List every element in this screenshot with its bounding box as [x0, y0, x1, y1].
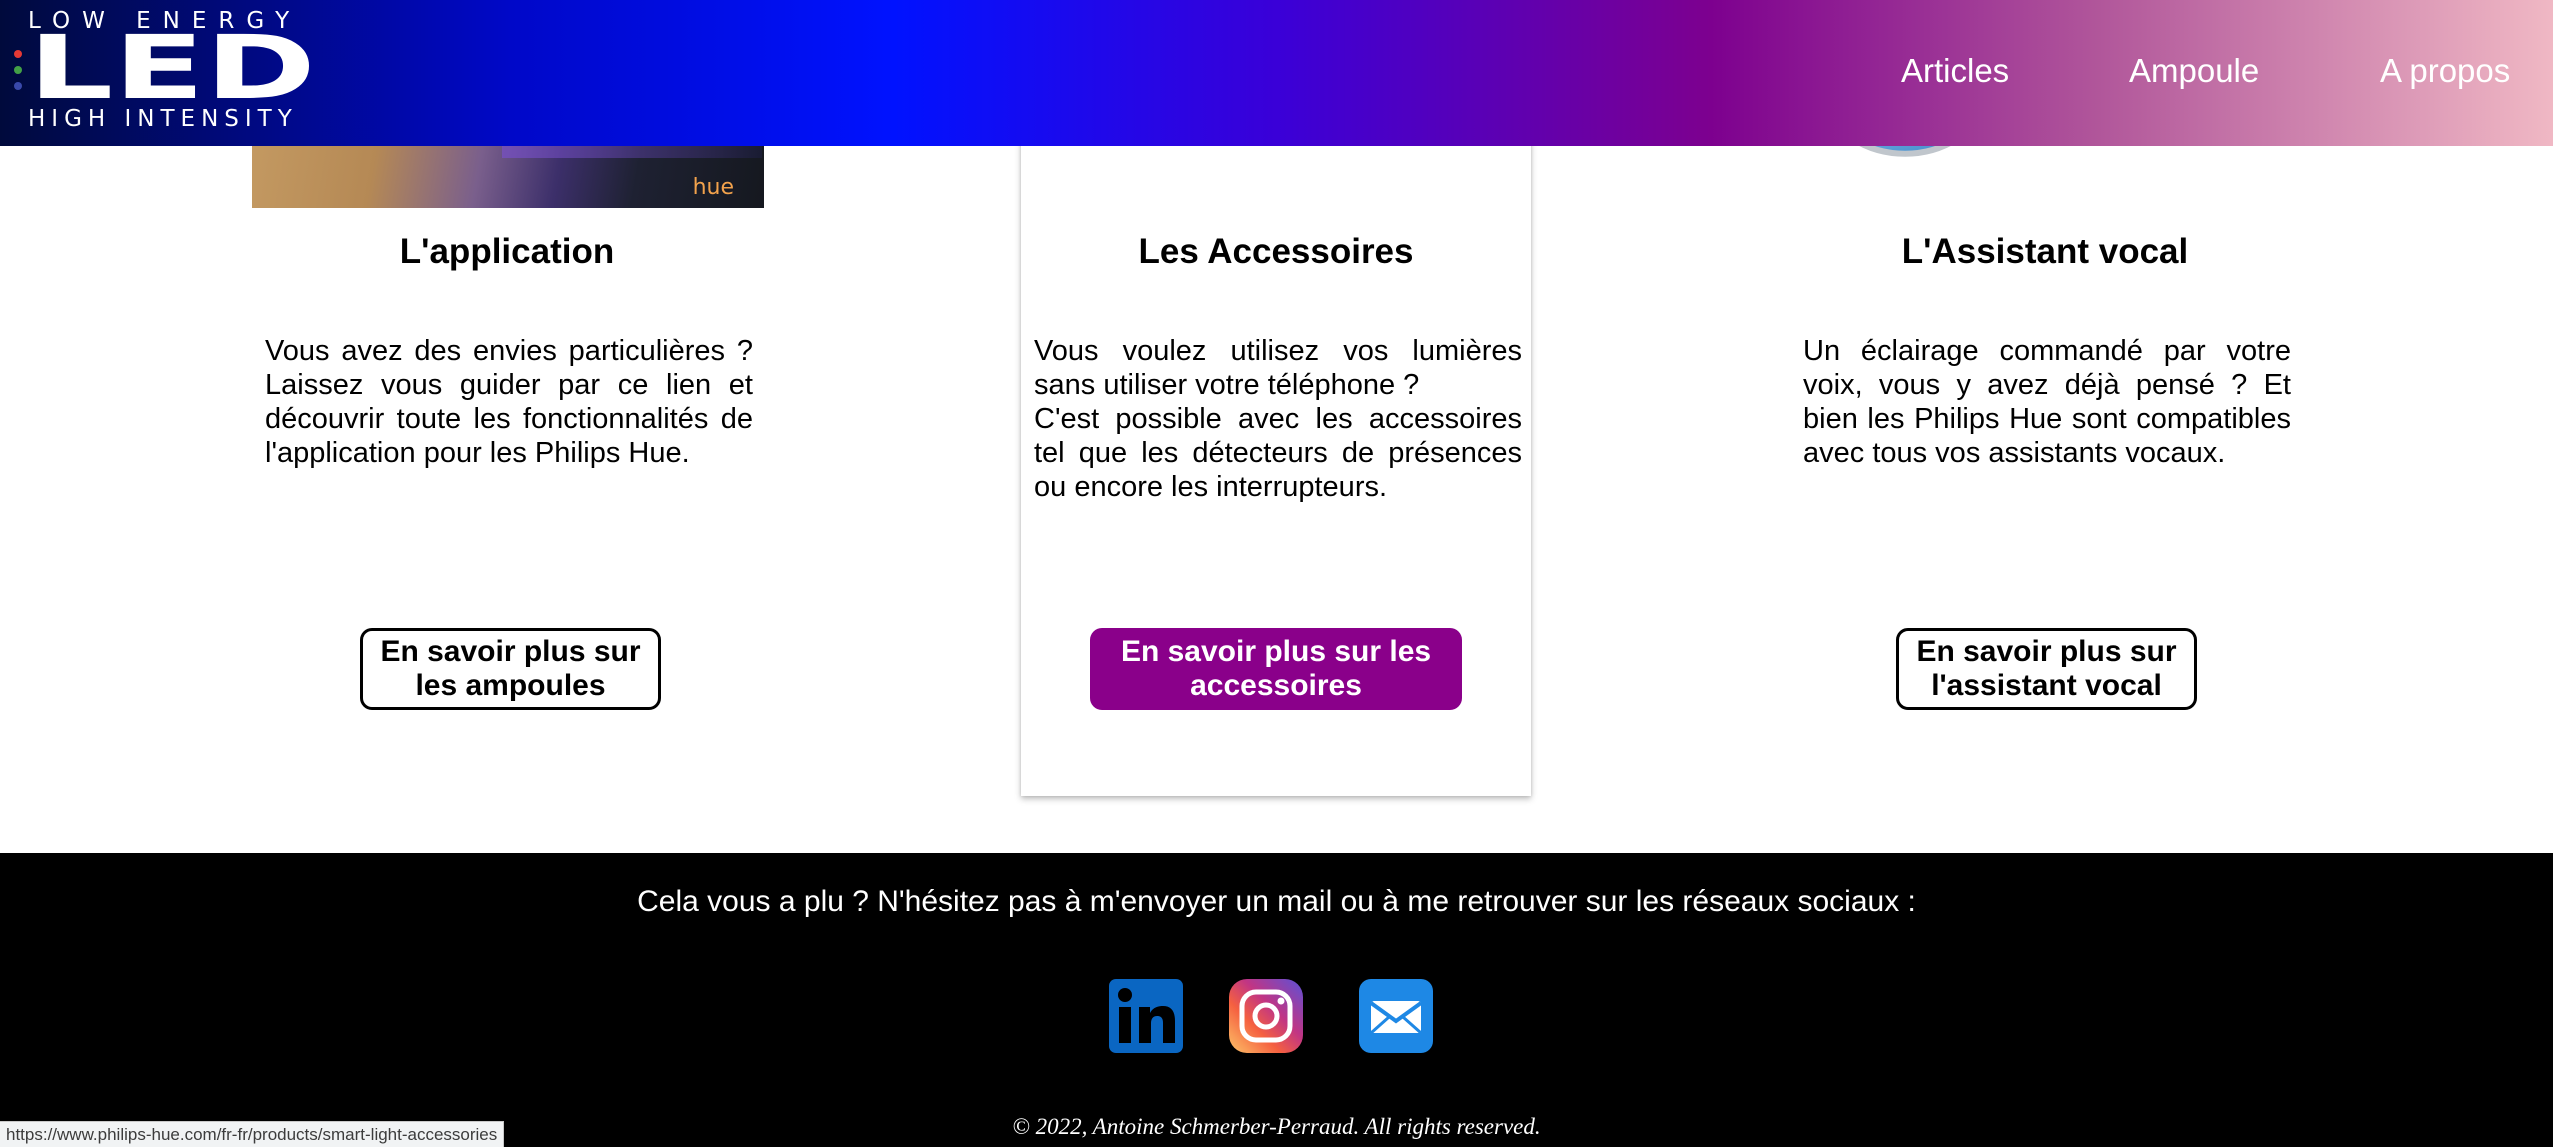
hue-logo-text: hue — [692, 175, 734, 200]
card-text: Vous avez des envies particulières ? Lai… — [265, 335, 753, 469]
card-title: L'Assistant vocal — [1901, 232, 2189, 271]
learn-more-assistant-button[interactable]: En savoir plus sur l'assistant vocal — [1896, 628, 2197, 710]
nav-apropos-link[interactable]: A propos — [2380, 52, 2510, 90]
page: hue LOW ENERGY LED HIGH INTENSITY Articl… — [0, 0, 2553, 1147]
card-title: Les Accessoires — [1138, 232, 1414, 271]
logo-main-text: LED — [28, 30, 316, 106]
instagram-icon[interactable] — [1229, 979, 1303, 1053]
nav-ampoule-link[interactable]: Ampoule — [2129, 52, 2259, 90]
card-title: L'application — [399, 232, 615, 271]
learn-more-accessories-button[interactable]: En savoir plus sur les accessoires — [1090, 628, 1462, 710]
learn-more-ampoules-button[interactable]: En savoir plus sur les ampoules — [360, 628, 661, 710]
site-header: LOW ENERGY LED HIGH INTENSITY Articles A… — [0, 0, 2553, 146]
nav-articles-link[interactable]: Articles — [1901, 52, 2009, 90]
logo-tagline-bottom: HIGH INTENSITY — [28, 106, 298, 132]
site-footer: Cela vous a plu ? N'hésitez pas à m'envo… — [0, 853, 2553, 1147]
linkedin-icon[interactable] — [1109, 979, 1183, 1053]
card-text: Vous voulez utilisez vos lumières sans u… — [1034, 335, 1522, 503]
logo-led-wordmark: LED — [28, 30, 316, 106]
card-text: Un éclairage commandé par votre voix, vo… — [1803, 335, 2291, 469]
mail-icon[interactable] — [1359, 979, 1433, 1053]
footer-message: Cela vous a plu ? N'hésitez pas à m'envo… — [637, 885, 1916, 918]
site-logo[interactable]: LOW ENERGY LED HIGH INTENSITY — [10, 6, 316, 140]
logo-rgb-dots-icon — [14, 50, 22, 90]
status-bar-url: https://www.philips-hue.com/fr-fr/produc… — [0, 1121, 505, 1147]
